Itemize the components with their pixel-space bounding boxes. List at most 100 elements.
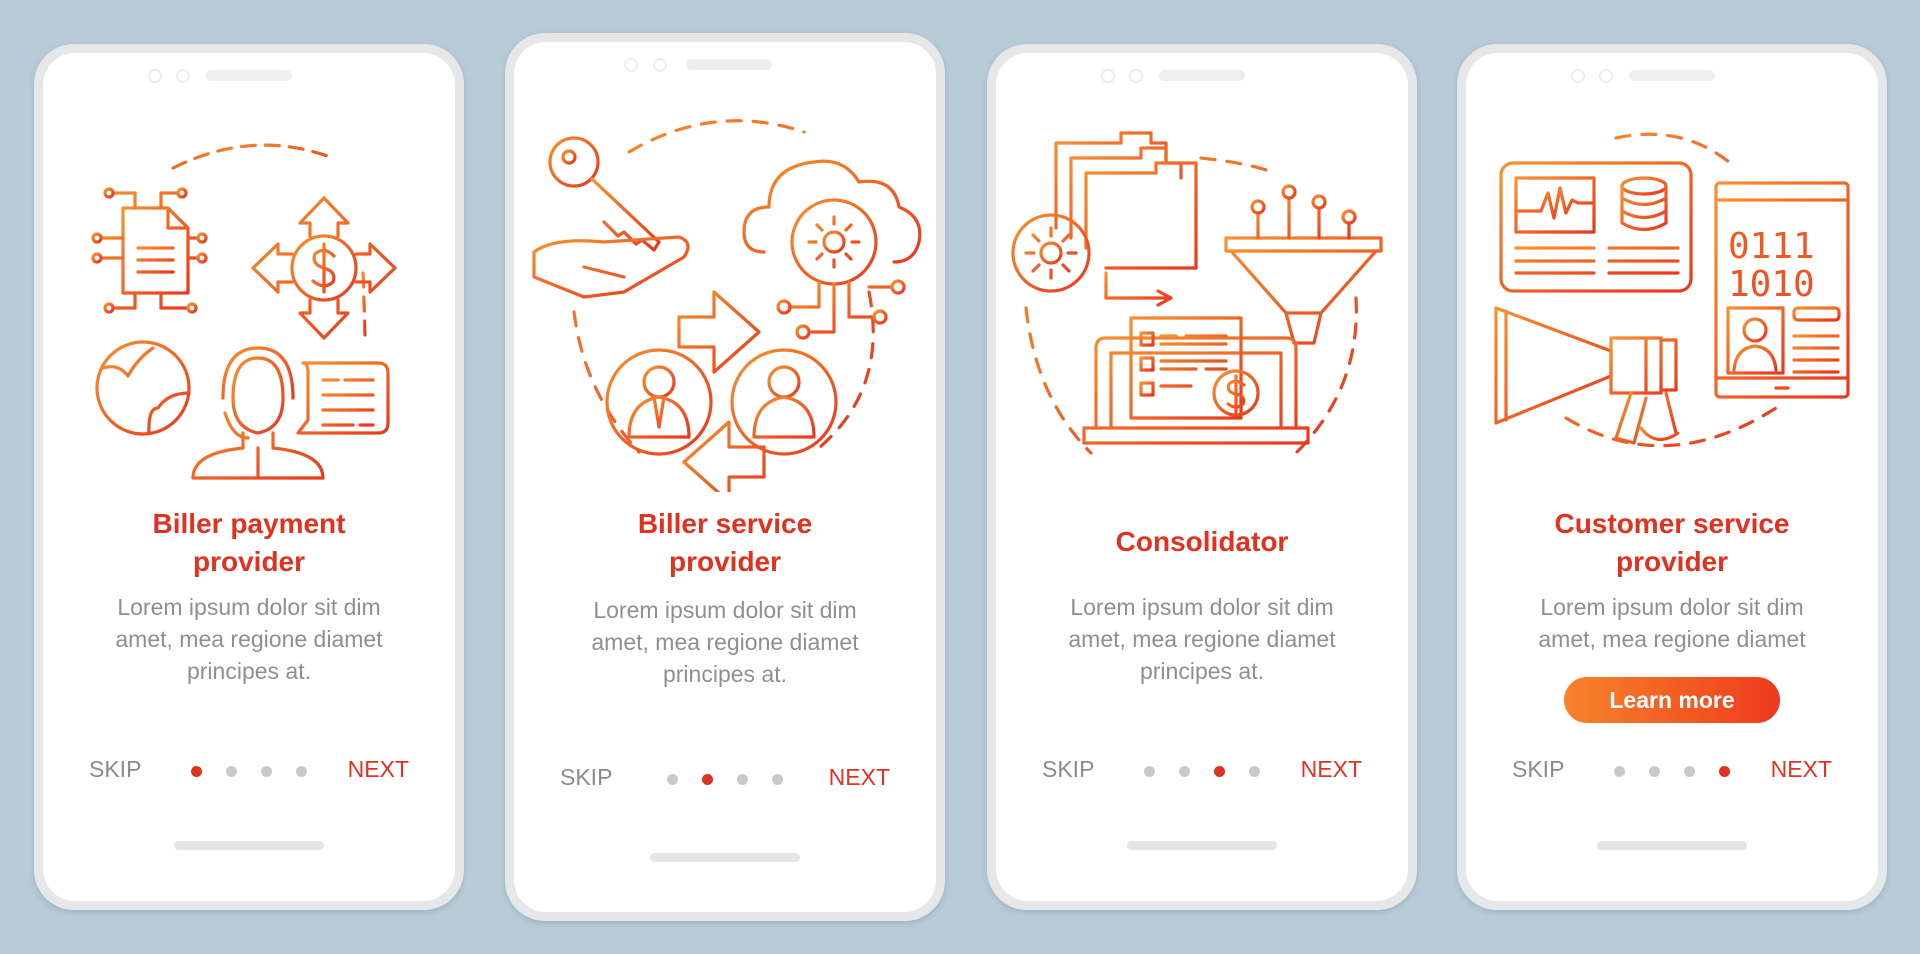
screen-title: Consolidator <box>996 523 1408 561</box>
title-line: provider <box>192 546 306 577</box>
folders-gear-icon <box>1011 131 1198 307</box>
description-line: amet, mea regione diamet <box>115 626 383 652</box>
camera-dot <box>1599 69 1613 83</box>
learn-more-button[interactable]: Learn more <box>1564 677 1780 723</box>
title-line: provider <box>668 546 782 577</box>
description-line: principes at. <box>662 661 787 687</box>
home-indicator[interactable] <box>1597 841 1747 850</box>
speaker-bar <box>206 70 292 81</box>
pager-nav: SKIP NEXT <box>514 764 936 794</box>
pager-nav: SKIP NEXT <box>1466 756 1878 786</box>
page-indicator <box>1144 766 1260 777</box>
binary-text: 1010 <box>1728 264 1815 305</box>
skip-button[interactable]: SKIP <box>89 756 141 783</box>
description-line: Lorem ipsum dolor sit dim <box>117 594 381 620</box>
screen-title: Customer service provider <box>1466 505 1878 581</box>
illustration-biller-service <box>514 92 936 504</box>
onboarding-screen-2: Biller service provider Lorem ipsum dolo… <box>505 33 945 921</box>
dashed-circle <box>171 143 335 170</box>
description-line: amet, mea regione diamet <box>1068 626 1336 652</box>
home-indicator[interactable] <box>650 853 800 862</box>
illustration-customer-service: 0111 1010 <box>1466 108 1878 488</box>
onboarding-screen-3: Consolidator Lorem ipsum dolor sit dim a… <box>987 44 1417 910</box>
support-agent-headset-icon <box>191 346 325 480</box>
page-dot[interactable] <box>1649 766 1660 777</box>
screen-description: Lorem ipsum dolor sit dim amet, mea regi… <box>996 591 1408 687</box>
skip-button[interactable]: SKIP <box>1042 756 1094 783</box>
description-line: amet, mea regione diamet <box>1538 626 1806 652</box>
page-dot[interactable] <box>667 774 678 785</box>
phone-screen: Biller service provider Lorem ipsum dolo… <box>514 42 936 912</box>
funnel-icon <box>1224 184 1383 345</box>
next-button[interactable]: NEXT <box>1301 756 1362 783</box>
page-indicator <box>191 766 307 777</box>
page-dot-active[interactable] <box>702 774 713 785</box>
page-dot[interactable] <box>737 774 748 785</box>
home-indicator[interactable] <box>174 841 324 850</box>
onboarding-screen-4: 0111 1010 Customer service provider Lore… <box>1457 44 1887 910</box>
page-dot[interactable] <box>1614 766 1625 777</box>
page-dot-active[interactable] <box>1719 766 1730 777</box>
speaker-bar <box>1629 70 1715 81</box>
skip-button[interactable]: SKIP <box>1512 756 1564 783</box>
camera-dot <box>653 58 667 72</box>
camera-dot <box>1101 69 1115 83</box>
page-dot[interactable] <box>1179 766 1190 777</box>
phone-screen: Biller payment provider Lorem ipsum dolo… <box>43 53 455 901</box>
cloud-gear-icon <box>742 159 922 340</box>
dashed-circle <box>572 119 875 454</box>
document-network-icon <box>91 187 208 314</box>
screen-description: Lorem ipsum dolor sit dim amet, mea regi… <box>514 594 936 690</box>
camera-dot <box>1129 69 1143 83</box>
dashed-circle <box>1024 156 1358 455</box>
illustration-biller-payment <box>43 108 455 488</box>
screen-description: Lorem ipsum dolor sit dim amet, mea regi… <box>1466 591 1878 655</box>
page-dot[interactable] <box>772 774 783 785</box>
screen-title: Biller payment provider <box>43 505 455 581</box>
database-icon <box>1620 176 1668 232</box>
laptop-checklist-dollar-icon <box>1082 316 1310 445</box>
description-line: principes at. <box>1139 658 1264 684</box>
title-line: Customer service <box>1554 508 1790 539</box>
page-dot[interactable] <box>1249 766 1260 777</box>
chat-bubble-icon <box>296 361 390 435</box>
page-dot-active[interactable] <box>191 766 202 777</box>
home-indicator[interactable] <box>1127 841 1277 850</box>
title-line: Biller payment <box>152 508 346 539</box>
title-line: Consolidator <box>1115 526 1289 557</box>
next-button[interactable]: NEXT <box>829 764 890 791</box>
description-line: Lorem ipsum dolor sit dim <box>1070 594 1334 620</box>
camera-dot <box>624 58 638 72</box>
dollar-arrows-icon <box>251 196 397 340</box>
camera-dot <box>148 69 162 83</box>
description-line: Lorem ipsum dolor sit dim <box>1540 594 1804 620</box>
tablet-binary-profile-icon: 0111 1010 <box>1714 181 1850 399</box>
businessman-avatar-icon <box>605 348 713 456</box>
skip-button[interactable]: SKIP <box>560 764 612 791</box>
page-dot[interactable] <box>1684 766 1695 777</box>
page-indicator <box>1614 766 1730 777</box>
next-button[interactable]: NEXT <box>348 756 409 783</box>
title-line: Biller service <box>637 508 813 539</box>
camera-dot <box>176 69 190 83</box>
title-line: provider <box>1615 546 1729 577</box>
page-dot[interactable] <box>226 766 237 777</box>
page-dot-active[interactable] <box>1214 766 1225 777</box>
pager-nav: SKIP NEXT <box>996 756 1408 786</box>
page-dot[interactable] <box>261 766 272 777</box>
description-line: principes at. <box>186 658 311 684</box>
key-in-hand-icon <box>532 136 690 299</box>
pager-nav: SKIP NEXT <box>43 756 455 786</box>
binary-text: 0111 <box>1728 226 1815 267</box>
page-dot[interactable] <box>1144 766 1155 777</box>
illustration-consolidator <box>996 108 1408 488</box>
speaker-bar <box>686 59 772 70</box>
arrow-left-icon <box>682 420 766 504</box>
speaker-bar <box>1159 70 1245 81</box>
next-button[interactable]: NEXT <box>1771 756 1832 783</box>
phone-screen: Consolidator Lorem ipsum dolor sit dim a… <box>996 53 1408 901</box>
description-line: amet, mea regione diamet <box>591 629 859 655</box>
description-line: Lorem ipsum dolor sit dim <box>593 597 857 623</box>
page-dot[interactable] <box>296 766 307 777</box>
megaphone-icon <box>1494 306 1680 445</box>
